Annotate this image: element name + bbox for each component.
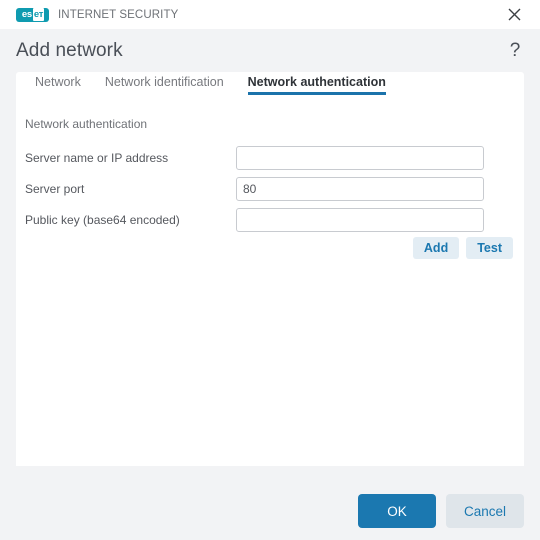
eset-logo-text-left: es [21, 8, 32, 20]
brand: es eт INTERNET SECURITY [16, 7, 179, 22]
footer-actions: OK Cancel [358, 494, 524, 528]
tab-network-identification[interactable]: Network identification [105, 72, 224, 95]
ok-button[interactable]: OK [358, 494, 436, 528]
add-button[interactable]: Add [412, 237, 460, 259]
server-port-input[interactable] [236, 177, 484, 201]
label-server-name: Server name or IP address [25, 151, 169, 165]
close-button[interactable] [494, 0, 534, 29]
tab-network-authentication[interactable]: Network authentication [247, 72, 386, 95]
form-actions: Add Test [25, 237, 513, 259]
title-bar: es eт INTERNET SECURITY [0, 0, 540, 29]
tab-bar: Network Network identification Network a… [35, 72, 524, 98]
brand-name: INTERNET SECURITY [58, 8, 179, 21]
label-server-port: Server port [25, 182, 85, 196]
footer-bar: OK Cancel [0, 466, 540, 540]
section-label: Network authentication [25, 117, 148, 131]
test-button[interactable]: Test [466, 237, 513, 259]
form-row-public-key: Public key (base64 encoded) [25, 208, 515, 232]
eset-logo-icon: es eт [16, 7, 49, 22]
help-button[interactable]: ? [504, 38, 526, 64]
eset-logo-text-right: eт [32, 8, 45, 21]
cancel-button[interactable]: Cancel [446, 494, 524, 528]
public-key-input[interactable] [236, 208, 484, 232]
question-mark-icon: ? [509, 40, 521, 61]
content-card: Network Network identification Network a… [16, 72, 524, 466]
label-public-key: Public key (base64 encoded) [25, 213, 180, 227]
tab-network[interactable]: Network [35, 72, 81, 95]
form-row-server-name: Server name or IP address [25, 146, 515, 170]
close-icon [508, 8, 520, 21]
server-name-input[interactable] [236, 146, 484, 170]
page-title: Add network [16, 40, 123, 61]
form-row-server-port: Server port [25, 177, 515, 201]
